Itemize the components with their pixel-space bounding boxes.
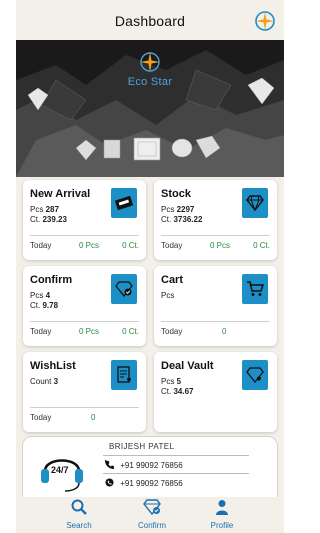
card-confirm[interactable]: Confirm Pcs 4 Ct. 9.78 Today 0 Pcs 0 Ct. [23, 266, 146, 346]
nav-label: Confirm [137, 521, 166, 530]
phone-number: +91 99092 76856 [120, 461, 183, 470]
today-pcs: 0 Pcs [79, 241, 100, 250]
card-deal-vault[interactable]: Deal Vault Pcs 5 Ct. 34.67 [154, 352, 277, 432]
card-pcs: Pcs 4 [30, 291, 51, 300]
diamond-icon [242, 188, 268, 218]
search-icon [71, 499, 87, 515]
card-divider [30, 235, 139, 236]
today-value: 0 [222, 327, 227, 336]
deal-vault-icon [242, 360, 268, 390]
card-pcs: Pcs 287 [30, 205, 59, 214]
card-title: WishList [30, 360, 76, 372]
whatsapp-row[interactable]: +91 99092 76856 [105, 478, 183, 488]
card-title: New Arrival [30, 188, 91, 200]
card-title: Cart [161, 274, 184, 286]
contact-panel: 24/7 BRIJESH PATEL +91 99092 76856 +91 9… [22, 436, 278, 498]
card-stock[interactable]: Stock Pcs 2297 Ct. 3736.22 Today 0 Pcs 0… [154, 180, 277, 260]
card-title: Confirm [30, 274, 73, 286]
nav-profile[interactable]: Profile [192, 499, 252, 530]
today-label: Today [161, 241, 183, 250]
top-bar: Dashboard [16, 0, 284, 44]
card-divider [161, 321, 270, 322]
nav-confirm[interactable]: Confirm [122, 499, 182, 530]
card-pcs: Pcs [161, 291, 175, 300]
today-pcs: 0 Pcs [210, 241, 231, 250]
card-ct: Ct. 3736.22 [161, 215, 203, 224]
bottom-nav: Search Confirm Profile [16, 497, 284, 533]
wishlist-icon [111, 360, 137, 390]
today-ct: 0 Ct. [122, 241, 139, 250]
today-label: Today [30, 327, 52, 336]
card-divider [30, 407, 139, 408]
contact-name: BRIJESH PATEL [109, 442, 175, 451]
today-ct: 0 Ct. [122, 327, 139, 336]
card-ct: Ct. 239.23 [30, 215, 67, 224]
whatsapp-number: +91 99092 76856 [120, 479, 183, 488]
card-cart[interactable]: Cart Pcs Today 0 [154, 266, 277, 346]
card-new-arrival[interactable]: New Arrival Pcs 287 Ct. 239.23 Today 0 P… [23, 180, 146, 260]
nav-label: Profile [210, 521, 234, 530]
profile-icon [216, 500, 228, 515]
support-label: 24/7 [51, 465, 69, 475]
today-pcs: 0 Pcs [79, 327, 100, 336]
card-ct: Ct. 9.78 [30, 301, 59, 310]
today-label: Today [30, 241, 52, 250]
today-label: Today [30, 413, 52, 422]
nav-search[interactable]: Search [49, 499, 109, 530]
confirm-diamond-icon [111, 274, 137, 304]
cart-icon [242, 274, 268, 304]
card-wishlist[interactable]: WishList Count 3 Today 0 [23, 352, 146, 432]
contact-divider [103, 455, 249, 456]
whatsapp-icon [105, 478, 114, 487]
today-value: 0 [91, 413, 96, 422]
banner: Eco Star [16, 40, 284, 177]
today-label: Today [161, 327, 183, 336]
card-pcs: Pcs 5 [161, 377, 182, 386]
phone-icon [105, 460, 114, 469]
brand-name: Eco Star [127, 76, 173, 88]
card-divider [161, 235, 270, 236]
card-count: Count 3 [30, 377, 59, 386]
card-divider [30, 321, 139, 322]
card-ct: Ct. 34.67 [161, 387, 194, 396]
confirm-icon [143, 499, 161, 516]
card-pcs: Pcs 2297 [161, 205, 195, 214]
card-title: Deal Vault [161, 360, 214, 372]
banner-graphic [16, 40, 284, 177]
card-title: Stock [161, 188, 191, 200]
page-title: Dashboard [114, 13, 186, 29]
today-ct: 0 Ct. [253, 241, 270, 250]
contact-divider [103, 473, 249, 474]
app-screen: Dashboard Eco Star New Arrival Pcs 287 C… [16, 0, 284, 533]
nav-label: Search [66, 521, 92, 530]
phone-row[interactable]: +91 99092 76856 [105, 460, 183, 470]
compass-icon[interactable] [254, 10, 276, 32]
new-arrival-icon [111, 188, 137, 218]
